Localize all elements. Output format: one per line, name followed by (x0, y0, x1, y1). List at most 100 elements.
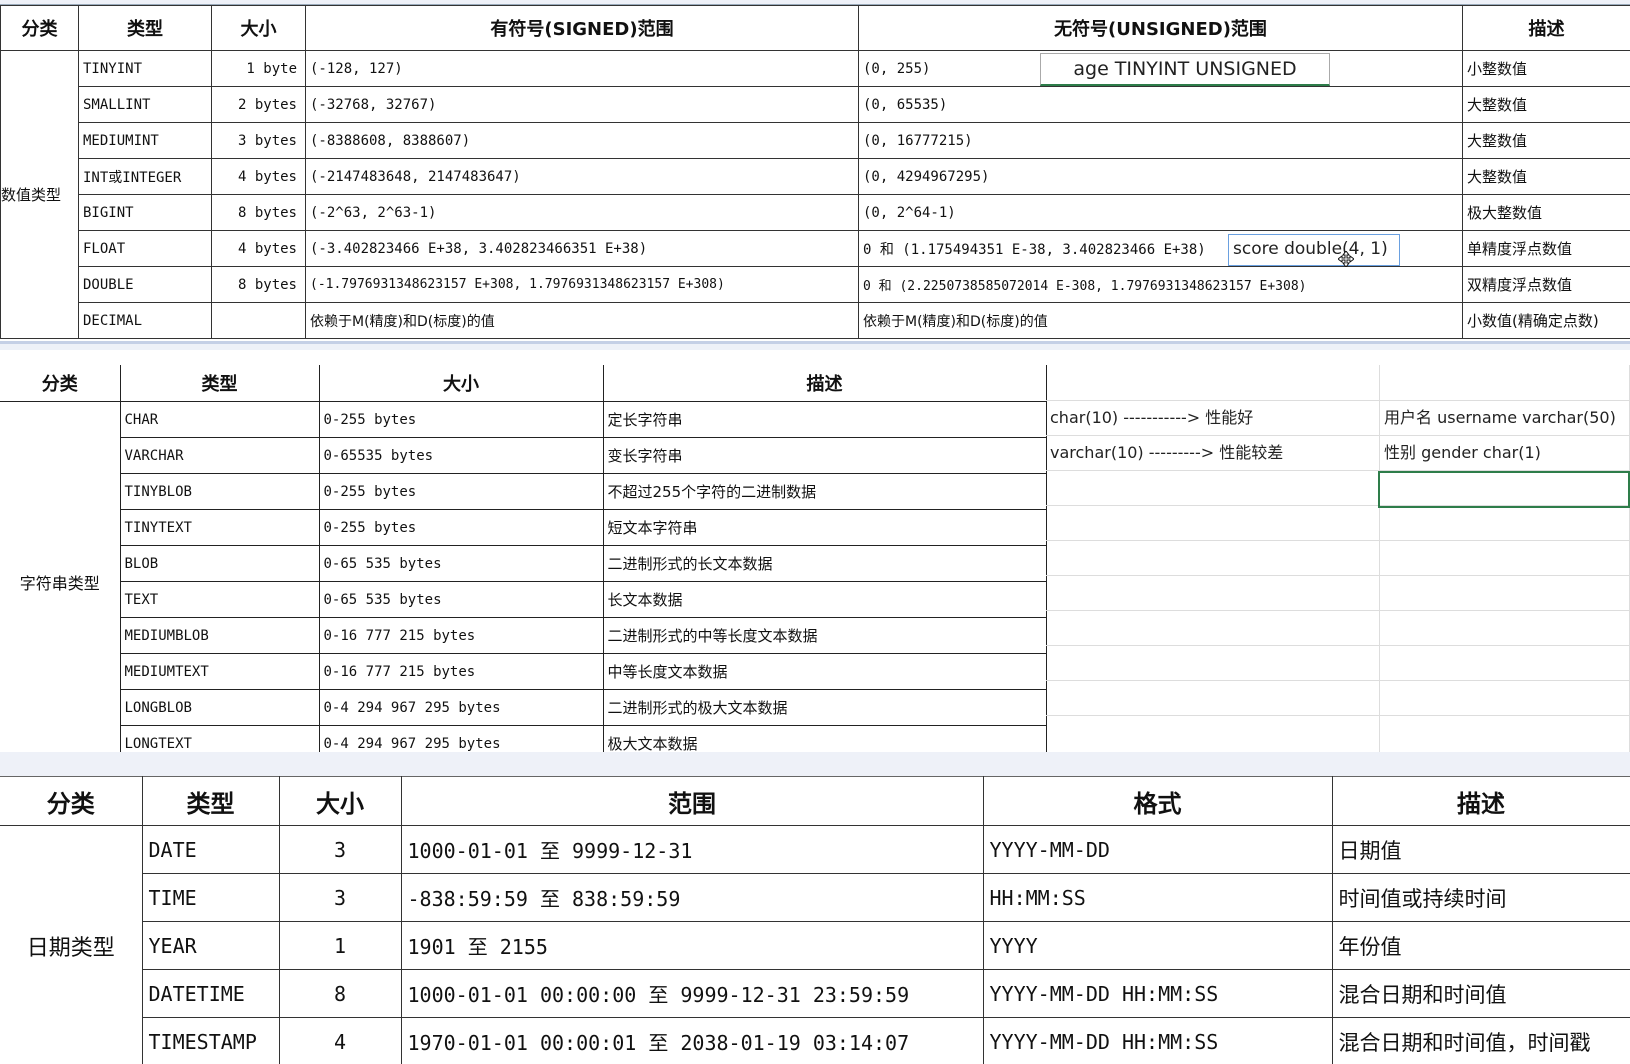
grid-cell[interactable] (1046, 681, 1380, 716)
type-cell: DECIMAL (78, 302, 212, 339)
type-cell: BLOB (119, 545, 320, 582)
type-cell: VARCHAR (119, 437, 320, 474)
username-note[interactable]: 用户名 username varchar(50) (1380, 401, 1630, 436)
size-cell: 4 (278, 1017, 402, 1064)
type-cell: TEXT (119, 581, 320, 618)
char-performance-note[interactable]: char(10) -----------> 性能好 (1046, 401, 1380, 436)
size-cell: 8 bytes (211, 194, 306, 231)
numeric-types-table-block: 分类 类型 大小 有符号(SIGNED)范围 无符号(UNSIGNED)范围 描… (0, 4, 1630, 344)
grid-cell[interactable] (1046, 716, 1380, 752)
range-cell: 1901 至 2155 (400, 921, 984, 970)
grid-cell[interactable] (1046, 576, 1380, 611)
grid-cell[interactable] (1380, 576, 1630, 611)
grid-cell[interactable] (1380, 541, 1630, 576)
description-cell: 时间值或持续时间 (1331, 873, 1630, 922)
header-signed-range: 有符号(SIGNED)范围 (305, 5, 859, 51)
range-cell: 1970-01-01 00:00:01 至 2038-01-19 03:14:0… (400, 1017, 984, 1064)
signed-range-cell: (-2147483648, 2147483647) (305, 158, 859, 195)
description-cell: 极大文本数据 (602, 725, 1047, 752)
size-cell: 0-16 777 215 bytes (318, 617, 604, 654)
size-cell: 0-255 bytes (318, 509, 604, 546)
table-row: BIGINT 8 bytes (-2^63, 2^63-1) (0, 2^64-… (1, 194, 1630, 231)
grid-cell[interactable] (1046, 506, 1380, 541)
grid-cell[interactable] (1046, 541, 1380, 576)
age-annotation-textbox[interactable]: age TINYINT UNSIGNED (1040, 53, 1330, 86)
grid-cell (1380, 365, 1630, 401)
table-row: DOUBLE 8 bytes (-1.7976931348623157 E+30… (1, 266, 1630, 303)
score-annotation-textbox[interactable]: score double(4, 1) (1228, 234, 1400, 266)
unsigned-range-cell: 0 和 (2.2250738585072014 E-308, 1.7976931… (858, 266, 1463, 303)
signed-range-cell: (-3.402823466 E+38, 3.402823466351 E+38) (305, 230, 859, 267)
numeric-types-table: 分类 类型 大小 有符号(SIGNED)范围 无符号(UNSIGNED)范围 描… (0, 5, 1630, 339)
size-cell: 8 bytes (211, 266, 306, 303)
header-format: 格式 (982, 776, 1333, 826)
description-cell: 定长字符串 (602, 401, 1047, 438)
grid-cell[interactable] (1046, 611, 1380, 646)
grid-cell[interactable] (1380, 646, 1630, 681)
table-row: TEXT 0-65 535 bytes 长文本数据 (0, 581, 1047, 618)
signed-range-cell: (-2^63, 2^63-1) (305, 194, 859, 231)
table-row: BLOB 0-65 535 bytes 二进制形式的长文本数据 (0, 545, 1047, 582)
format-cell: HH:MM:SS (982, 873, 1333, 922)
type-cell: MEDIUMBLOB (119, 617, 320, 654)
size-cell: 0-65 535 bytes (318, 581, 604, 618)
grid-cell[interactable] (1046, 471, 1380, 506)
type-cell: DATE (141, 825, 280, 874)
gender-note[interactable]: 性别 gender char(1) (1380, 436, 1630, 471)
unsigned-range-cell: (0, 4294967295) (858, 158, 1463, 195)
string-types-table: 分类 类型 大小 描述 字符串类型 CHAR 0-255 bytes 定长字符串… (0, 365, 1047, 752)
grid-cell[interactable] (1046, 646, 1380, 681)
description-cell: 日期值 (1331, 825, 1630, 874)
table-row: LONGTEXT 0-4 294 967 295 bytes 极大文本数据 (0, 725, 1047, 752)
format-cell: YYYY-MM-DD HH:MM:SS (982, 969, 1333, 1018)
category-cell: 数值类型 (0, 50, 79, 339)
description-cell: 小数值(精确定点数) (1462, 302, 1630, 339)
size-cell: 0-65535 bytes (318, 437, 604, 474)
grid-cell[interactable] (1380, 506, 1630, 541)
varchar-performance-note[interactable]: varchar(10) ---------> 性能较差 (1046, 436, 1380, 471)
type-cell: BIGINT (78, 194, 212, 231)
size-cell: 0-4 294 967 295 bytes (318, 725, 604, 752)
size-cell: 3 (278, 825, 402, 874)
table-row: LONGBLOB 0-4 294 967 295 bytes 二进制形式的极大文… (0, 689, 1047, 726)
description-cell: 短文本字符串 (602, 509, 1047, 546)
date-types-table-block: 分类 类型 大小 范围 格式 描述 日期类型 DATE 3 1000-01-01… (0, 776, 1630, 1064)
size-cell: 1 byte (211, 50, 306, 87)
size-cell: 0-65 535 bytes (318, 545, 604, 582)
header-category: 分类 (0, 776, 143, 826)
description-cell: 单精度浮点数值 (1462, 230, 1630, 267)
table-header-row: 分类 类型 大小 有符号(SIGNED)范围 无符号(UNSIGNED)范围 描… (0, 5, 1630, 51)
table-row: TINYBLOB 0-255 bytes 不超过255个字符的二进制数据 (0, 473, 1047, 510)
range-cell: 1000-01-01 00:00:00 至 9999-12-31 23:59:5… (400, 969, 984, 1018)
header-category: 分类 (0, 5, 79, 51)
size-cell: 0-16 777 215 bytes (318, 653, 604, 690)
grid-cell[interactable] (1380, 611, 1630, 646)
type-cell: YEAR (141, 921, 280, 970)
description-cell: 大整数值 (1462, 122, 1630, 159)
unsigned-range-cell: (0, 16777215) (858, 122, 1463, 159)
size-cell: 8 (278, 969, 402, 1018)
grid-cell[interactable] (1380, 716, 1630, 752)
description-cell: 二进制形式的长文本数据 (602, 545, 1047, 582)
header-range: 范围 (400, 776, 984, 826)
size-cell (211, 302, 306, 339)
format-cell: YYYY-MM-DD (982, 825, 1333, 874)
header-category: 分类 (0, 365, 121, 402)
type-cell: INT或INTEGER (78, 158, 212, 195)
table-row: SMALLINT 2 bytes (-32768, 32767) (0, 655… (1, 86, 1630, 123)
header-type: 类型 (78, 5, 212, 51)
table-row: DATETIME 8 1000-01-01 00:00:00 至 9999-12… (0, 969, 1630, 1018)
grid-cell[interactable] (1380, 681, 1630, 716)
description-cell: 极大整数值 (1462, 194, 1630, 231)
header-size: 大小 (211, 5, 306, 51)
type-cell: TIMESTAMP (141, 1017, 280, 1064)
description-cell: 长文本数据 (602, 581, 1047, 618)
selected-cell-outline[interactable] (1378, 471, 1630, 508)
description-cell: 二进制形式的中等长度文本数据 (602, 617, 1047, 654)
type-cell: DOUBLE (78, 266, 212, 303)
signed-range-cell: (-1.7976931348623157 E+308, 1.7976931348… (305, 266, 859, 303)
type-cell: FLOAT (78, 230, 212, 267)
type-cell: DATETIME (141, 969, 280, 1018)
header-description: 描述 (602, 365, 1047, 402)
signed-range-cell: (-32768, 32767) (305, 86, 859, 123)
